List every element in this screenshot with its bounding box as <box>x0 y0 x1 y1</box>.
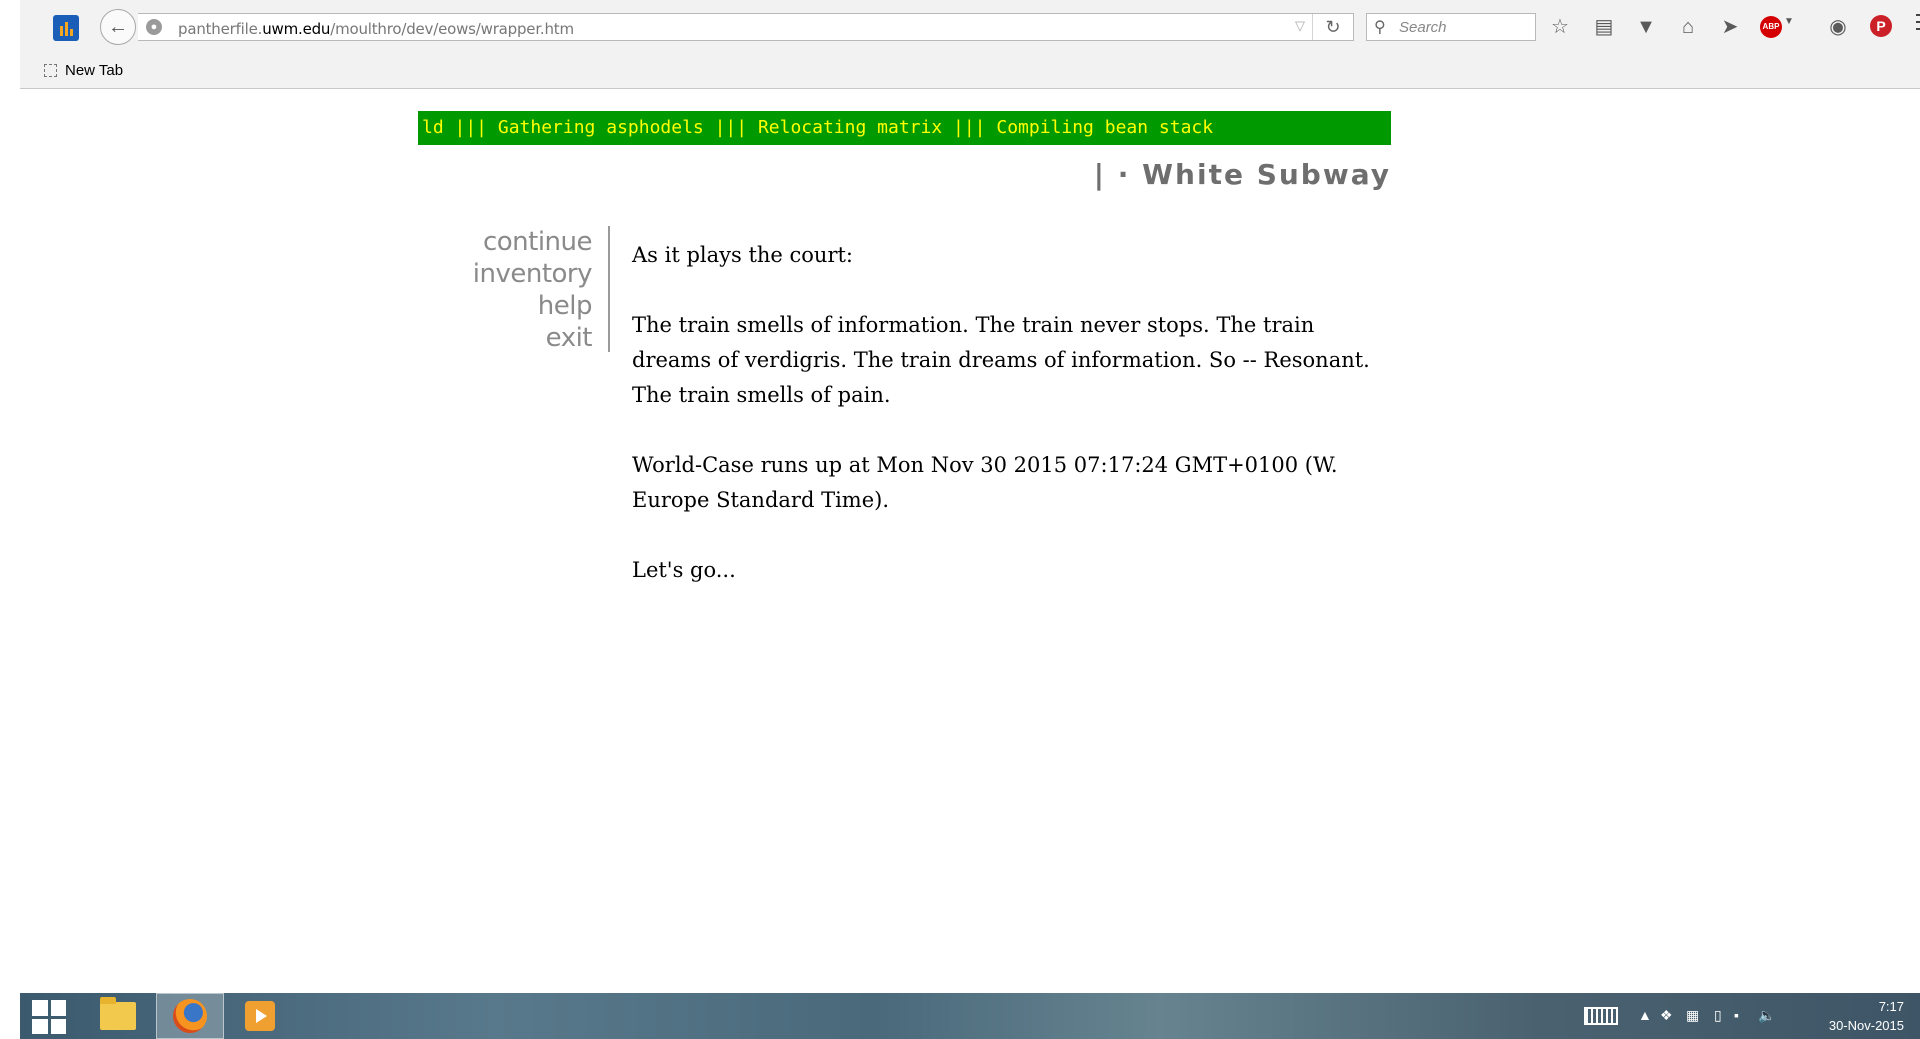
search-placeholder: Search <box>1399 19 1447 36</box>
search-icon: ⚲ <box>1374 19 1386 36</box>
clock[interactable]: 7:17 30-Nov-2015 <box>1814 997 1904 1035</box>
story-text: As it plays the court: The train smells … <box>632 238 1382 623</box>
hamburger-menu-icon[interactable] <box>1916 14 1920 30</box>
browser-toolbar: ← ● pantherfile.uwm.edu/moulthro/dev/eow… <box>20 0 1920 89</box>
page-title: | · White Subway <box>1093 158 1391 191</box>
story-paragraph: As it plays the court: <box>632 243 853 267</box>
windows-start-icon[interactable] <box>32 1000 66 1034</box>
back-button[interactable]: ← <box>100 9 136 45</box>
reload-icon[interactable]: ↻ <box>1312 14 1353 40</box>
media-player-icon <box>245 1001 275 1031</box>
firefox-icon <box>173 999 207 1033</box>
inventory-link[interactable]: inventory <box>430 258 593 290</box>
search-box[interactable]: ⚲ Search <box>1366 13 1536 41</box>
dropbox-icon[interactable]: ❖ <box>1660 1007 1673 1024</box>
windows-taskbar: ▲ ❖ ▦ ▯ ▪ 🔈 7:17 30-Nov-2015 <box>20 993 1920 1039</box>
story-paragraph: World-Case runs up at Mon Nov 30 2015 07… <box>632 453 1338 512</box>
send-icon[interactable]: ➤ <box>1716 13 1744 41</box>
pocket-icon[interactable]: ▼ <box>1632 13 1660 41</box>
bookmark-label: New Tab <box>65 62 124 79</box>
globe-icon: ● <box>146 19 162 35</box>
status-marquee: ld ||| Gathering asphodels ||| Relocatin… <box>418 111 1391 145</box>
speaker-icon[interactable]: 🔈 <box>1758 1007 1775 1024</box>
history-dropdown-icon[interactable]: ▽ <box>1295 18 1305 34</box>
signal-icon[interactable]: ▪ <box>1734 1007 1739 1023</box>
chat-icon[interactable]: ◉ <box>1824 13 1852 41</box>
arrow-left-icon: ← <box>108 15 128 38</box>
bookmark-new-tab[interactable]: New Tab <box>44 62 123 79</box>
window-left-edge <box>0 0 20 1039</box>
url-text[interactable]: pantherfile.uwm.edu/moulthro/dev/eows/wr… <box>178 20 574 38</box>
clock-time: 7:17 <box>1878 999 1904 1014</box>
folder-icon <box>100 997 136 1030</box>
exit-link[interactable]: exit <box>430 322 593 354</box>
clock-date: 30-Nov-2015 <box>1828 1018 1904 1033</box>
windows-flag-icon[interactable]: ▦ <box>1686 1007 1699 1024</box>
system-tray: ▲ ❖ ▦ ▯ ▪ 🔈 7:17 30-Nov-2015 <box>1584 993 1904 1039</box>
firefox-button[interactable] <box>156 993 224 1039</box>
reading-list-icon[interactable]: ▤ <box>1590 13 1618 41</box>
chevron-down-icon[interactable]: ▼ <box>1784 16 1794 27</box>
help-link[interactable]: help <box>430 290 593 322</box>
keyboard-icon[interactable] <box>1584 1007 1618 1025</box>
continue-link[interactable]: continue <box>430 226 593 258</box>
media-player-button[interactable] <box>226 993 294 1039</box>
story-paragraph: The train smells of information. The tra… <box>632 313 1370 407</box>
show-hidden-icons-icon[interactable]: ▲ <box>1638 1007 1652 1023</box>
file-explorer-button[interactable] <box>84 993 152 1039</box>
star-bookmark-icon[interactable]: ☆ <box>1546 13 1574 41</box>
app-chart-icon[interactable] <box>53 15 79 41</box>
command-nav: continue inventory help exit <box>430 226 610 354</box>
home-icon[interactable]: ⌂ <box>1674 13 1702 41</box>
battery-icon[interactable]: ▯ <box>1714 1007 1722 1024</box>
adblock-icon[interactable]: ABP <box>1760 16 1782 38</box>
pinterest-icon[interactable]: P <box>1870 15 1892 37</box>
address-bar[interactable]: ● pantherfile.uwm.edu/moulthro/dev/eows/… <box>138 13 1354 41</box>
page-icon <box>44 64 57 77</box>
story-paragraph: Let's go... <box>632 558 736 582</box>
